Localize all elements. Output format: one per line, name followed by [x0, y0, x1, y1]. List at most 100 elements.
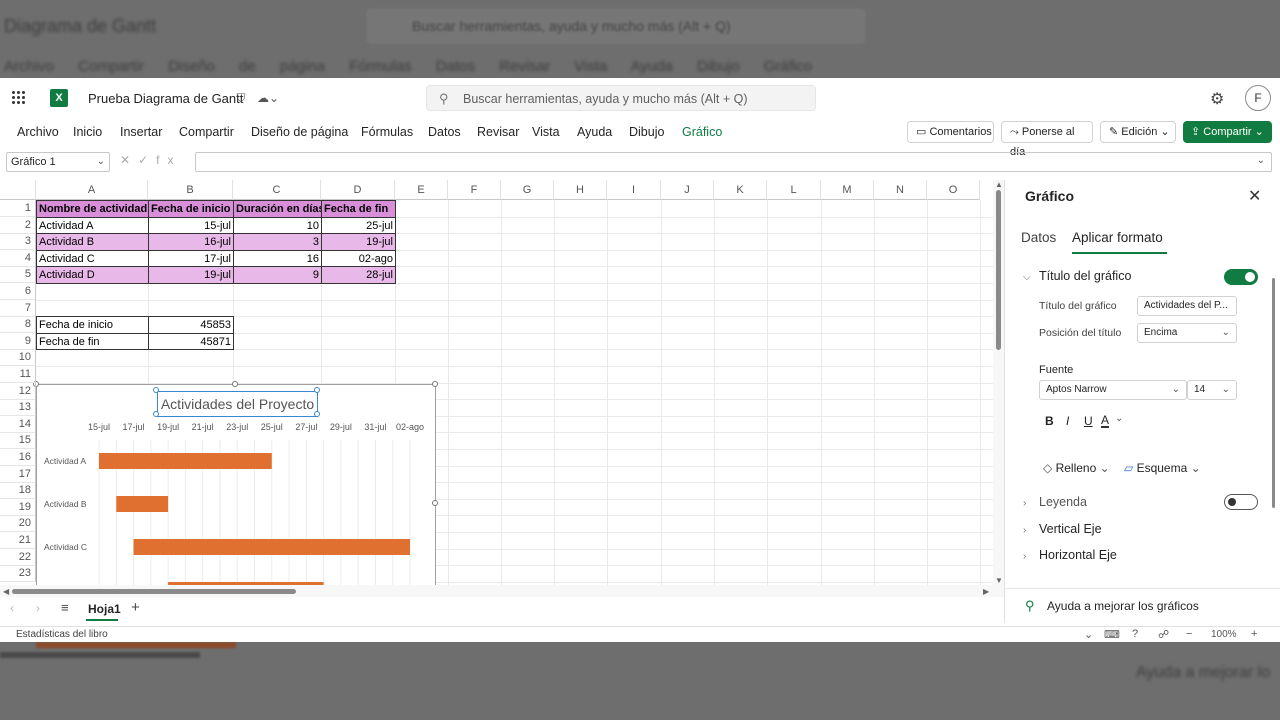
menu-insertar[interactable]: Insertar	[120, 125, 162, 139]
formula-input[interactable]: ⌄	[195, 152, 1272, 172]
row-header[interactable]: 9	[0, 332, 36, 350]
column-header[interactable]: D	[321, 180, 395, 200]
outline-button[interactable]: ▱ Esquema ⌄	[1124, 461, 1201, 475]
avatar[interactable]: F	[1245, 85, 1271, 111]
title-resize-handle[interactable]	[314, 411, 320, 417]
table-cell[interactable]: 16-jul	[148, 233, 234, 251]
table-cell[interactable]: Fecha de inicio	[148, 200, 234, 218]
title-resize-handle[interactable]	[153, 411, 159, 417]
app-launcher-icon[interactable]	[12, 91, 26, 105]
editing-button[interactable]: ✎ Edición ⌄	[1100, 121, 1176, 143]
table-cell[interactable]: 3	[233, 233, 322, 251]
italic-button[interactable]: I	[1066, 414, 1069, 428]
row-header[interactable]: 20	[0, 515, 36, 533]
column-header[interactable]: J	[661, 180, 714, 200]
table-cell[interactable]: Nombre de actividad	[36, 200, 149, 218]
tab-datos[interactable]: Datos	[1021, 230, 1056, 245]
row-header[interactable]: 23	[0, 565, 36, 583]
title-resize-handle[interactable]	[153, 387, 159, 393]
fill-button[interactable]: ◇ Relleno ⌄	[1043, 461, 1110, 475]
font-size-select[interactable]: 14 ⌄	[1187, 380, 1237, 400]
scroll-thumb[interactable]	[12, 589, 296, 594]
zoom-in-icon[interactable]: +	[1251, 628, 1257, 640]
table-cell[interactable]: 28-jul	[321, 266, 396, 284]
catchup-button[interactable]: ⤳ Ponerse al día	[1001, 121, 1093, 158]
table-cell[interactable]: Duración en días	[233, 200, 322, 218]
chevron-down-icon[interactable]: ⌄	[1115, 413, 1123, 424]
scroll-thumb[interactable]	[996, 190, 1001, 350]
title-resize-handle[interactable]	[314, 387, 320, 393]
section-titulo-grafico[interactable]: ⌵ Título del gráfico	[1023, 269, 1131, 283]
add-sheet-icon[interactable]: +	[131, 599, 140, 616]
scroll-down-icon[interactable]: ▼	[995, 576, 1003, 585]
legend-toggle[interactable]	[1224, 494, 1258, 510]
menu-datos[interactable]: Datos	[428, 125, 461, 139]
menu-diseno-pagina[interactable]: Diseño de página	[251, 125, 348, 139]
gantt-chart[interactable]: Actividades del Proyecto 15-jul 17-jul 19-…	[36, 384, 436, 585]
share-button[interactable]: ⇪ Compartir ⌄	[1183, 121, 1272, 143]
cancel-icon[interactable]: ✕	[120, 153, 138, 167]
zoom-out-icon[interactable]: −	[1186, 628, 1192, 640]
column-header[interactable]: B	[148, 180, 233, 200]
confirm-icon[interactable]: ✓	[138, 153, 156, 167]
chart-title-toggle[interactable]	[1224, 269, 1258, 285]
table-cell[interactable]: 15-jul	[148, 216, 234, 235]
section-horizontal-eje[interactable]: › Horizontal Eje	[1023, 548, 1117, 562]
fx-icon[interactable]: fx	[156, 153, 181, 167]
workbook-stats[interactable]: Estadísticas del libro	[16, 629, 108, 640]
font-color-button[interactable]: A	[1101, 414, 1110, 428]
scroll-right-icon[interactable]: ▶	[983, 587, 989, 596]
tab-aplicar-formato[interactable]: Aplicar formato	[1072, 230, 1163, 245]
scroll-left-icon[interactable]: ◀	[3, 587, 9, 596]
feedback-icon[interactable]: ☍	[1158, 628, 1169, 641]
row-header[interactable]: 18	[0, 482, 36, 500]
table-cell[interactable]: 9	[233, 266, 322, 284]
saved-cloud-icon[interactable]: ☁⌄	[256, 91, 280, 105]
chart-resize-handle[interactable]	[432, 500, 438, 506]
help-icon[interactable]: ?	[1132, 628, 1138, 640]
row-header[interactable]: 16	[0, 449, 36, 466]
table-cell[interactable]: Fecha de fin	[36, 332, 149, 351]
row-header[interactable]: 1	[0, 200, 36, 217]
comments-button[interactable]: ▭ Comentarios	[907, 121, 994, 143]
table-cell[interactable]: 02-ago	[321, 249, 396, 268]
table-cell[interactable]: Fecha de inicio	[36, 316, 149, 334]
column-header[interactable]: H	[554, 180, 607, 200]
row-header[interactable]: 13	[0, 399, 36, 417]
next-sheet-icon[interactable]: ›	[36, 601, 40, 615]
row-header[interactable]: 11	[0, 366, 36, 383]
row-header[interactable]: 10	[0, 349, 36, 367]
column-header[interactable]: N	[874, 180, 927, 200]
menu-archivo[interactable]: Archivo	[17, 125, 59, 139]
expand-formula-icon[interactable]: ⌄	[1257, 155, 1265, 166]
table-cell[interactable]: Actividad C	[36, 249, 149, 268]
chart-resize-handle[interactable]	[232, 381, 238, 387]
row-header[interactable]: 2	[0, 216, 36, 234]
column-header[interactable]: K	[714, 180, 767, 200]
spreadsheet-grid[interactable]: Nombre de actividad Fecha de inicio Duraci…	[0, 180, 993, 585]
table-cell[interactable]: 19-jul	[321, 233, 396, 251]
improve-charts-link[interactable]: Ayuda a mejorar los gráficos	[1047, 599, 1199, 613]
zoom-level[interactable]: 100%	[1211, 629, 1237, 640]
row-header[interactable]: 14	[0, 415, 36, 433]
column-header[interactable]: A	[36, 180, 148, 200]
vertical-scrollbar[interactable]: ▲ ▼	[993, 180, 1004, 585]
row-header[interactable]: 12	[0, 382, 36, 400]
row-header[interactable]: 19	[0, 498, 36, 516]
row-header[interactable]: 15	[0, 432, 36, 450]
scroll-up-icon[interactable]: ▲	[995, 180, 1003, 189]
select-all-corner[interactable]	[0, 180, 36, 200]
underline-button[interactable]: U	[1084, 414, 1093, 428]
column-header[interactable]: G	[501, 180, 554, 200]
table-cell[interactable]: 10	[233, 216, 322, 235]
table-cell[interactable]: Actividad B	[36, 233, 149, 251]
sheet-tab-hoja1[interactable]: Hoja1	[88, 602, 121, 616]
table-cell[interactable]: 45853	[148, 316, 234, 334]
bold-button[interactable]: B	[1045, 414, 1054, 428]
column-header[interactable]: C	[233, 180, 321, 200]
search-box[interactable]: ⚲ Buscar herramientas, ayuda y mucho más…	[426, 85, 816, 111]
column-header[interactable]: F	[448, 180, 501, 200]
row-header[interactable]: 6	[0, 283, 36, 300]
column-header[interactable]: M	[821, 180, 874, 200]
menu-compartir[interactable]: Compartir	[179, 125, 234, 139]
